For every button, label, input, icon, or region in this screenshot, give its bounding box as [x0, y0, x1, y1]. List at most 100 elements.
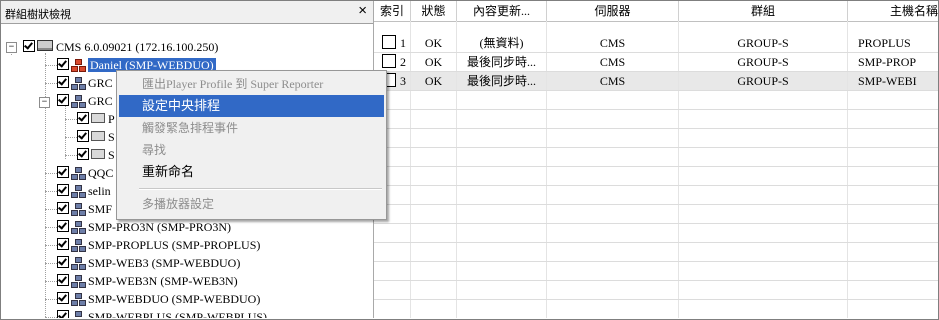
tree-line — [45, 227, 57, 228]
group-icon — [71, 95, 86, 108]
group-cell: GROUP-S — [679, 53, 848, 71]
column-header-index[interactable]: 索引 — [374, 1, 411, 21]
menu-item-rename[interactable]: 重新命名 — [119, 161, 384, 183]
collapse-icon[interactable]: − — [6, 42, 17, 53]
checkbox-icon[interactable] — [77, 130, 89, 142]
checkbox-icon[interactable] — [57, 292, 69, 304]
column-header-status[interactable]: 狀態 — [411, 1, 457, 21]
menu-item-label: 匯出Player Profile 到 Super Reporter — [142, 77, 324, 91]
checkbox-icon[interactable] — [57, 94, 69, 106]
tree-item-group[interactable]: SMP-WEB3N (SMP-WEB3N) — [57, 272, 238, 290]
player-icon — [91, 149, 105, 159]
menu-item-label: 尋找 — [142, 143, 167, 157]
checkbox-icon[interactable] — [57, 166, 69, 178]
tree-line — [45, 83, 57, 84]
player-table: 索引 狀態 內容更新... 伺服器 群組 主機名稱 1 OK (無資料) CMS… — [374, 1, 938, 318]
tree-item-group[interactable]: SMP-WEBPLUS (SMP-WEBPLUS) — [57, 308, 267, 318]
panel-title-bar: 群組樹狀檢視 × — [1, 1, 373, 24]
empty-row — [374, 224, 938, 243]
checkbox-icon[interactable] — [57, 274, 69, 286]
row-checkbox[interactable] — [382, 35, 396, 49]
tree-node-label: GRC — [88, 94, 113, 108]
tree-line — [45, 281, 57, 282]
tree-node-label: S — [108, 130, 115, 144]
player-icon — [91, 131, 105, 141]
tree-item-group[interactable]: SMP-PROPLUS (SMP-PROPLUS) — [57, 236, 260, 254]
tree-item-group[interactable]: GRC — [57, 92, 113, 110]
menu-item-find[interactable]: 尋找 — [119, 139, 384, 161]
index-value: 2 — [400, 55, 406, 69]
menu-item-label: 設定中央排程 — [142, 98, 221, 113]
group-icon — [71, 275, 86, 288]
checkbox-icon[interactable] — [57, 202, 69, 214]
menu-item-multi-player-settings[interactable]: 多播放器設定 — [119, 193, 384, 215]
index-value: 3 — [400, 74, 406, 88]
empty-row — [374, 129, 938, 148]
column-header-hostname[interactable]: 主機名稱 — [848, 1, 938, 21]
group-icon — [71, 239, 86, 252]
tree-item-player[interactable]: S — [77, 128, 115, 146]
checkbox-icon[interactable] — [77, 112, 89, 124]
checkbox-icon[interactable] — [57, 184, 69, 196]
tree-item-group[interactable]: GRC — [57, 74, 113, 92]
empty-row — [374, 300, 938, 318]
empty-row — [374, 91, 938, 110]
tree-node-label: SMF — [88, 202, 113, 216]
checkbox-icon[interactable] — [57, 256, 69, 268]
row-checkbox[interactable] — [382, 54, 396, 68]
tree-root-cms[interactable]: CMS 6.0.09021 (172.16.100.250) — [23, 38, 218, 56]
tree-item-group[interactable]: SMP-WEB3 (SMP-WEBDUO) — [57, 254, 240, 272]
group-icon — [71, 185, 86, 198]
group-icon — [71, 59, 86, 72]
group-icon — [71, 203, 86, 216]
checkbox-icon[interactable] — [77, 148, 89, 160]
tree-node-label: SMP-WEBDUO (SMP-WEBDUO) — [88, 292, 261, 306]
table-row[interactable]: 3 OK 最後同步時... CMS GROUP-S SMP-WEBI — [374, 72, 938, 91]
server-cell: CMS — [547, 53, 679, 71]
column-header-group[interactable]: 群組 — [679, 1, 848, 21]
tree-node-label: S — [108, 148, 115, 162]
group-icon — [71, 77, 86, 90]
group-cell: GROUP-S — [679, 34, 848, 52]
cms-icon — [37, 40, 53, 51]
tree-line — [45, 209, 57, 210]
tree-item-group[interactable]: selin — [57, 182, 111, 200]
collapse-icon[interactable]: − — [39, 97, 50, 108]
checkbox-icon[interactable] — [23, 40, 35, 52]
tree-item-player[interactable]: S — [77, 146, 115, 164]
checkbox-icon[interactable] — [57, 220, 69, 232]
close-icon[interactable]: × — [358, 2, 367, 20]
tree-line — [65, 155, 77, 156]
checkbox-icon[interactable] — [57, 310, 69, 318]
tree-item-group[interactable]: SMF — [57, 200, 112, 218]
menu-item-set-central-schedule[interactable]: 設定中央排程 — [119, 95, 384, 117]
group-icon — [71, 293, 86, 306]
tree-item-player[interactable]: P — [77, 110, 115, 128]
tree-node-label: SMP-WEB3 (SMP-WEBDUO) — [88, 256, 241, 270]
menu-item-label: 觸發緊急排程事件 — [142, 121, 239, 135]
tree-line — [45, 317, 57, 318]
status-cell: OK — [411, 34, 457, 52]
column-header-content[interactable]: 內容更新... — [457, 1, 547, 21]
empty-row — [374, 167, 938, 186]
checkbox-icon[interactable] — [57, 76, 69, 88]
tree-item-group[interactable]: SMP-PRO3N (SMP-PRO3N) — [57, 218, 231, 236]
tree-node-label: P — [108, 112, 115, 126]
tree-node-label: SMP-PROPLUS (SMP-PROPLUS) — [88, 238, 261, 252]
table-row[interactable]: 1 OK (無資料) CMS GROUP-S PROPLUS — [374, 34, 938, 53]
content-cell: 最後同步時... — [457, 53, 547, 71]
tree-item-group[interactable]: SMP-WEBDUO (SMP-WEBDUO) — [57, 290, 260, 308]
tree-line — [65, 119, 77, 120]
checkbox-icon[interactable] — [57, 238, 69, 250]
menu-item-trigger-emergency[interactable]: 觸發緊急排程事件 — [119, 117, 384, 139]
menu-item-export-profile[interactable]: 匯出Player Profile 到 Super Reporter — [119, 73, 384, 95]
hostname-cell: PROPLUS — [848, 34, 938, 52]
empty-row — [374, 110, 938, 129]
checkbox-icon[interactable] — [57, 58, 69, 70]
tree-item-group[interactable]: QQC — [57, 164, 113, 182]
tree-node-label: CMS 6.0.09021 (172.16.100.250) — [56, 40, 219, 54]
column-header-server[interactable]: 伺服器 — [547, 1, 679, 21]
content-cell: (無資料) — [457, 34, 547, 52]
table-row[interactable]: 2 OK 最後同步時... CMS GROUP-S SMP-PROP — [374, 53, 938, 72]
empty-row — [374, 205, 938, 224]
